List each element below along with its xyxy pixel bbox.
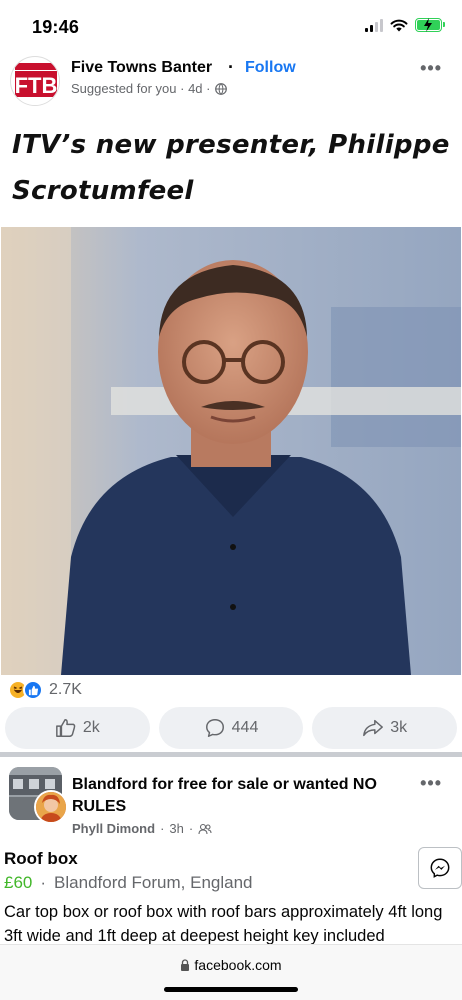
post2-more-button[interactable]: ••• <box>420 773 442 794</box>
share-button[interactable]: 3k <box>312 707 458 749</box>
page-name[interactable]: Five Towns Banter <box>71 59 212 77</box>
home-indicator[interactable] <box>164 987 298 992</box>
author-name[interactable]: Phyll Dimond <box>72 821 155 836</box>
post-meta: Suggested for you · 4d · <box>71 81 228 96</box>
post-actions: 2k 444 3k <box>5 707 458 749</box>
like-reaction-icon <box>23 680 43 700</box>
price-separator: · <box>40 873 47 892</box>
browser-url-bar[interactable]: facebook.com <box>0 944 462 1000</box>
listing-price: £60 <box>4 873 33 892</box>
post-more-button[interactable]: ••• <box>420 58 442 79</box>
listing-description: Car top box or roof box with roof bars a… <box>4 903 443 944</box>
lock-icon <box>181 959 190 971</box>
post-header: FTB Five Towns Banter · Follow Suggested… <box>0 52 462 108</box>
share-icon <box>363 719 384 737</box>
messenger-icon <box>430 858 450 878</box>
clock: 19:46 <box>32 17 80 37</box>
comment-button[interactable]: 444 <box>158 707 304 749</box>
url-text[interactable]: facebook.com <box>194 957 281 973</box>
comment-icon <box>205 719 224 737</box>
meta-text: Suggested for you · 4d · <box>71 81 211 96</box>
like-button[interactable]: 2k <box>5 707 150 749</box>
globe-icon <box>215 82 228 95</box>
like-count: 2k <box>82 719 100 736</box>
follow-button[interactable]: Follow <box>245 59 296 77</box>
user-avatar[interactable] <box>34 790 68 824</box>
wifi-icon <box>390 19 408 31</box>
page-logo[interactable]: FTB <box>10 56 60 106</box>
post-photo[interactable] <box>1 227 461 675</box>
listing-title: Roof box <box>4 849 78 868</box>
logo-text: FTB <box>15 73 58 98</box>
thumbs-up-icon <box>55 719 76 737</box>
status-bar: 19:46 <box>0 0 462 52</box>
post2-time: 3h <box>169 821 184 836</box>
comment-count: 444 <box>231 719 259 736</box>
group-name[interactable]: Blandford for free for sale or wanted NO… <box>72 774 402 818</box>
share-count: 3k <box>390 719 408 736</box>
post-text: ITV’s new presenter, Philippe Scrotumfee… <box>12 130 450 206</box>
listing-price-row: £60 · Blandford Forum, England <box>4 873 253 893</box>
signal-icon <box>365 18 383 32</box>
friends-icon <box>198 823 212 834</box>
name-separator: · <box>228 57 234 77</box>
feed-divider <box>0 752 462 757</box>
reaction-count: 2.7K <box>49 681 82 698</box>
battery-icon <box>415 18 445 32</box>
listing-location: Blandford Forum, England <box>54 873 253 892</box>
reaction-summary[interactable]: 2.7K <box>8 678 82 702</box>
post2-meta: Phyll Dimond · 3h · <box>72 821 212 836</box>
message-seller-button[interactable] <box>418 847 462 889</box>
